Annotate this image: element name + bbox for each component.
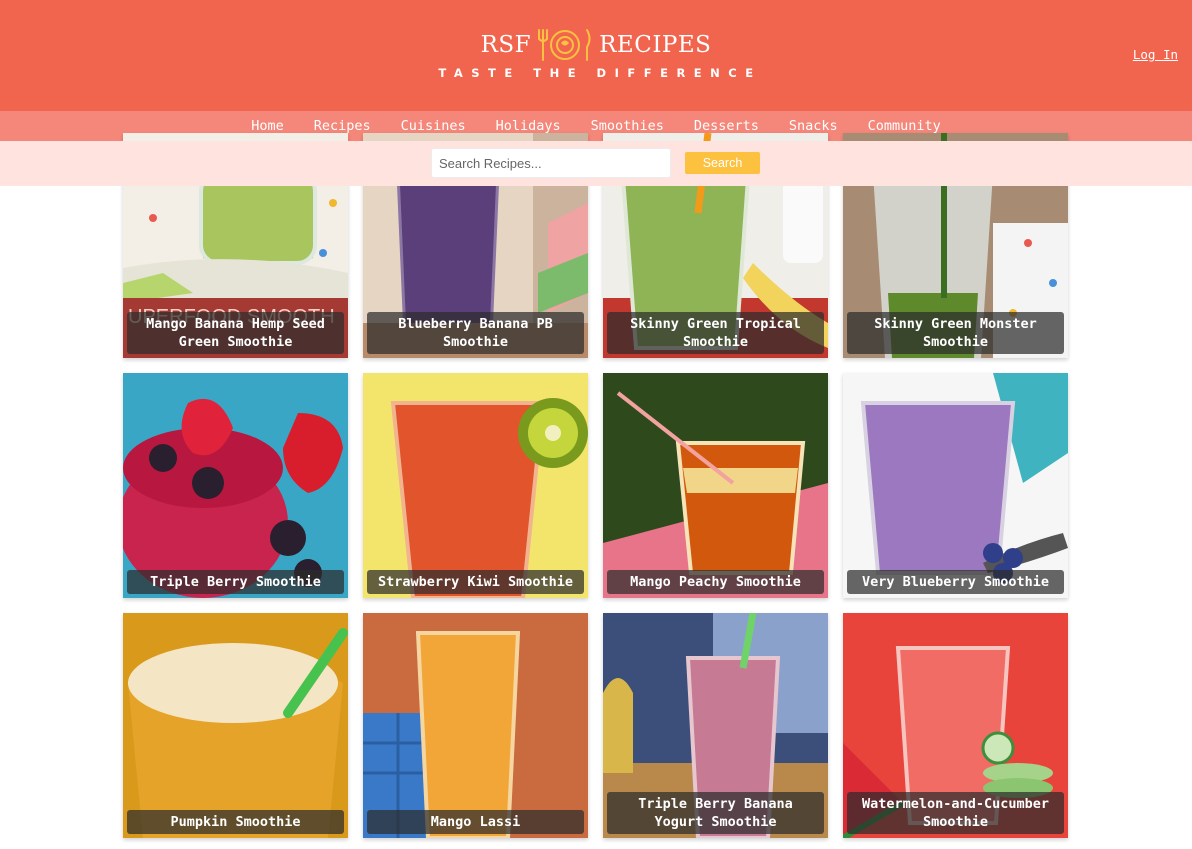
nav-item-cuisines[interactable]: Cuisines	[401, 118, 466, 134]
lavender-smoothie-photo	[843, 373, 1068, 598]
recipe-card[interactable]: Triple Berry Banana Yogurt Smoothie	[603, 613, 828, 838]
nav-item-recipes[interactable]: Recipes	[314, 118, 371, 134]
site-logo[interactable]: RSF RECIPES TASTE THE DIFFERENCE	[0, 27, 1192, 80]
recipe-card[interactable]: Very Blueberry Smoothie	[843, 373, 1068, 598]
recipe-title: Very Blueberry Smoothie	[847, 570, 1064, 594]
search-bar: Search	[0, 141, 1192, 186]
mango-lassi-photo	[363, 613, 588, 838]
nav-item-desserts[interactable]: Desserts	[694, 118, 759, 134]
recipe-title: Mango Peachy Smoothie	[607, 570, 824, 594]
recipe-title: Triple Berry Smoothie	[127, 570, 344, 594]
berry-smoothie-bowl-photo	[123, 373, 348, 598]
red-smoothie-kiwi-photo	[363, 373, 588, 598]
search-input[interactable]	[431, 148, 671, 178]
recipe-title: Strawberry Kiwi Smoothie	[367, 570, 584, 594]
recipe-card[interactable]: Triple Berry Smoothie	[123, 373, 348, 598]
logo-text-left: RSF	[480, 32, 532, 58]
recipe-title: Mango Banana Hemp Seed Green Smoothie	[127, 312, 344, 354]
nav-item-holidays[interactable]: Holidays	[496, 118, 561, 134]
recipe-grid: UPERFOOD SMOOTH Mango Banana Hemp Seed G…	[123, 133, 1068, 838]
recipe-title: Blueberry Banana PB Smoothie	[367, 312, 584, 354]
recipe-title: Skinny Green Tropical Smoothie	[607, 312, 824, 354]
recipe-title: Pumpkin Smoothie	[127, 810, 344, 834]
search-button[interactable]: Search	[685, 152, 760, 174]
nav-item-community[interactable]: Community	[868, 118, 941, 134]
orange-drink-straw-photo	[603, 373, 828, 598]
login-link[interactable]: Log In	[1133, 47, 1178, 62]
recipe-title: Triple Berry Banana Yogurt Smoothie	[607, 792, 824, 834]
recipe-title: Skinny Green Monster Smoothie	[847, 312, 1064, 354]
pumpkin-smoothie-photo	[123, 613, 348, 838]
tagline: TASTE THE DIFFERENCE	[438, 66, 762, 80]
recipe-title: Mango Lassi	[367, 810, 584, 834]
recipe-card[interactable]: Pumpkin Smoothie	[123, 613, 348, 838]
recipe-card[interactable]: Strawberry Kiwi Smoothie	[363, 373, 588, 598]
site-header: RSF RECIPES TASTE THE DIFFERENCE Log In	[0, 0, 1192, 111]
recipe-card[interactable]: Mango Lassi	[363, 613, 588, 838]
nav-item-home[interactable]: Home	[251, 118, 284, 134]
nav-item-smoothies[interactable]: Smoothies	[591, 118, 664, 134]
recipe-title: Watermelon-and-Cucumber Smoothie	[847, 792, 1064, 834]
recipe-card[interactable]: Watermelon-and-Cucumber Smoothie	[843, 613, 1068, 838]
logo-text-right: RECIPES	[599, 32, 712, 58]
nav-item-snacks[interactable]: Snacks	[789, 118, 838, 134]
fork-plate-knife-icon	[538, 29, 591, 61]
recipe-card[interactable]: Mango Peachy Smoothie	[603, 373, 828, 598]
